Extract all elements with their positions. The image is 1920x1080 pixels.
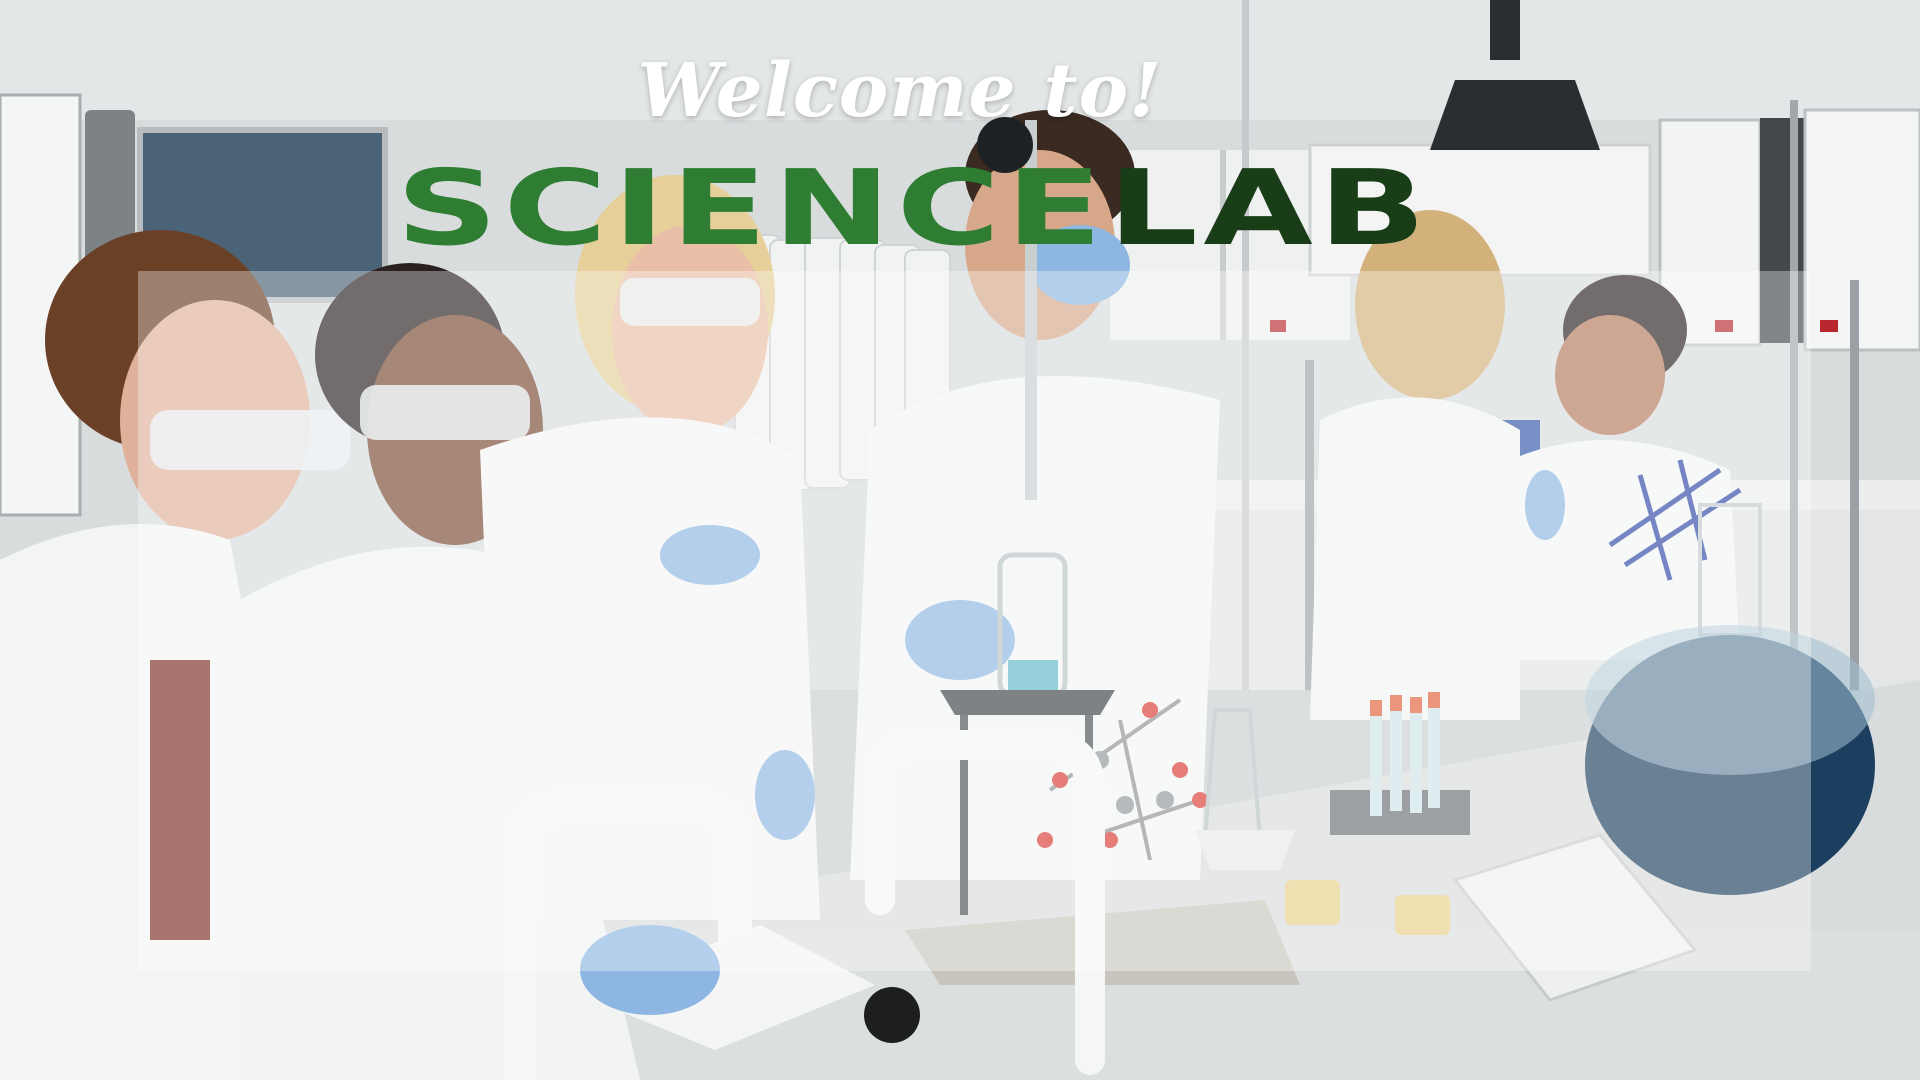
title-science-text: SCIENCE [396, 147, 1108, 269]
page-title: SCIENCELAB [396, 148, 1432, 268]
title-lab-text: LAB [1107, 147, 1432, 269]
welcome-heading: Welcome to! [637, 48, 1163, 134]
translucent-overlay [138, 271, 1811, 971]
hero-banner: Welcome to! SCIENCELAB [0, 0, 1920, 1080]
